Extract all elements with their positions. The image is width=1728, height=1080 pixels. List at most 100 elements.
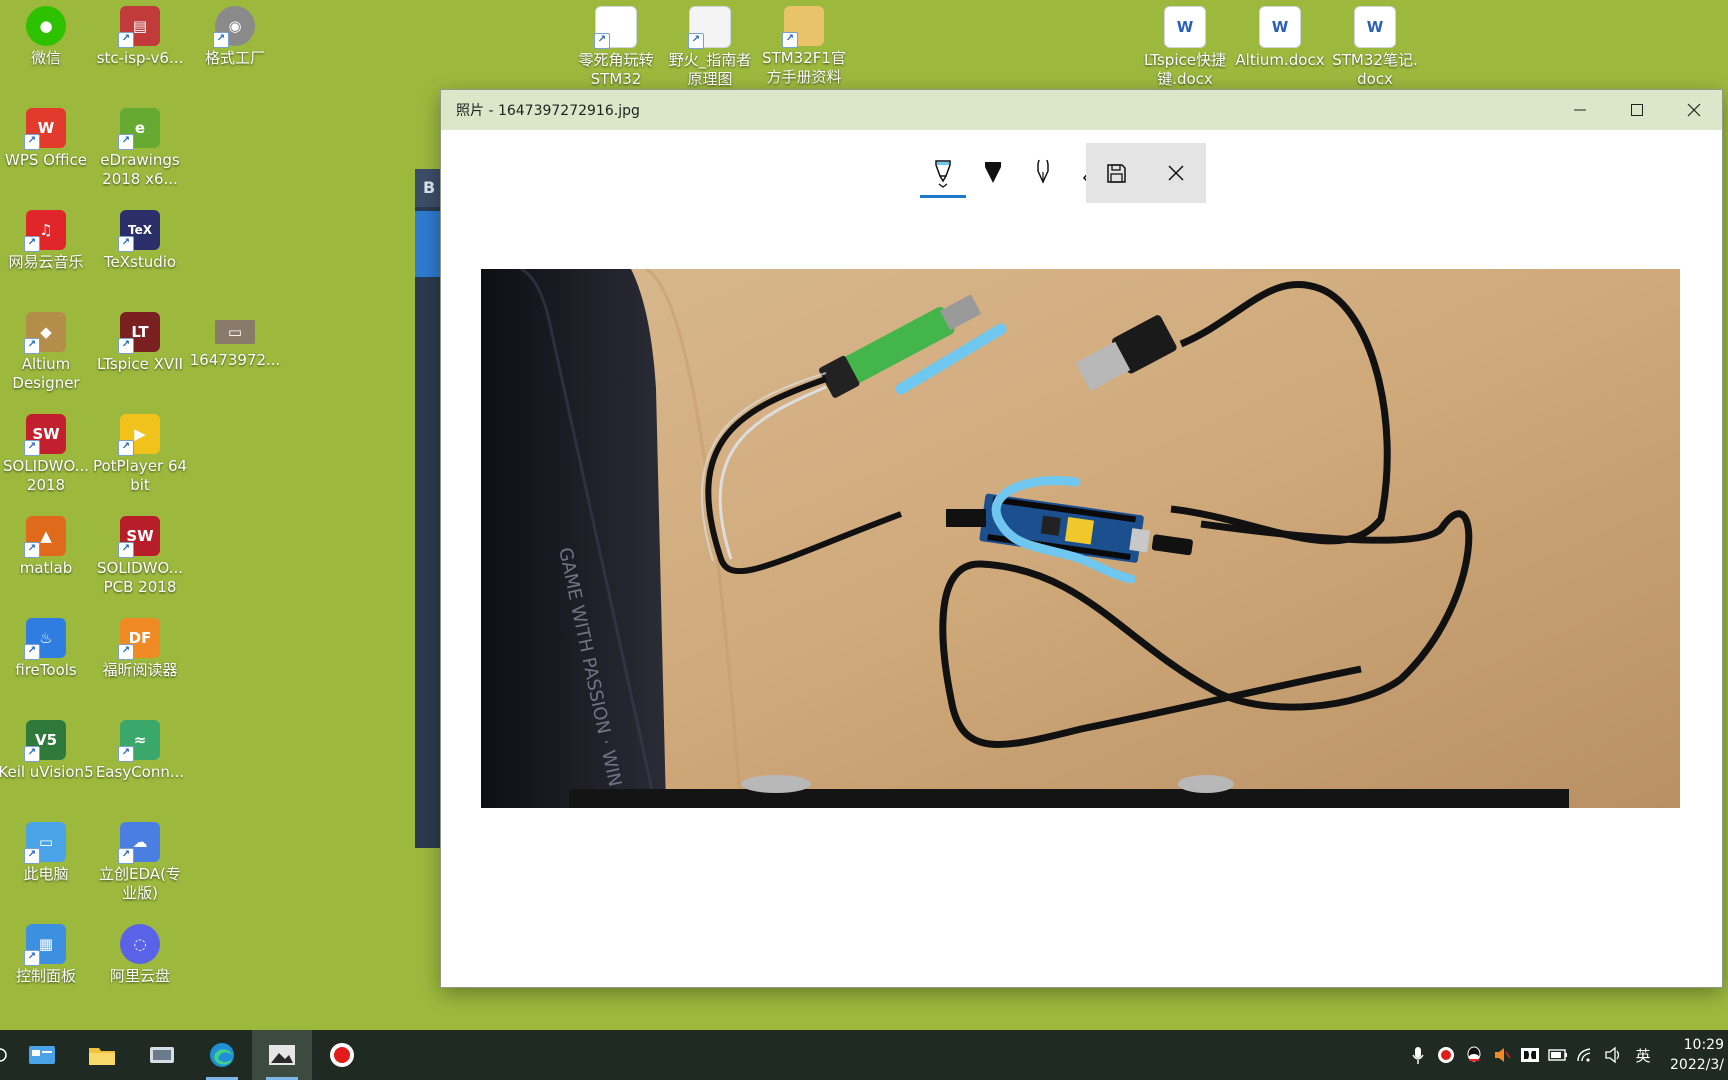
close-icon: [1168, 165, 1184, 181]
icon-label: fireTools: [15, 661, 77, 679]
photo-image: GAME WITH PASSION · WIN WITH SCIENCE: [481, 269, 1680, 808]
keil-icon: V5 ↗: [24, 720, 66, 762]
desktop-icon-solidworks-pcb[interactable]: SW ↗ SOLIDWO... PCB 2018: [92, 510, 188, 597]
photos-window[interactable]: 照片 - 1647397272916.jpg: [441, 90, 1722, 987]
desktop-icon-easyconnect[interactable]: ≈ ↗ EasyConn...: [92, 714, 188, 782]
maximize-button[interactable]: [1608, 90, 1665, 130]
desktop-icon-potplayer[interactable]: ▶ ↗ PotPlayer 64 bit: [92, 408, 188, 495]
desktop-icon-stm32-book[interactable]: ↗ 零死角玩转 STM32: [568, 0, 664, 89]
save-icon: [1107, 164, 1126, 183]
shortcut-arrow-icon: ↗: [24, 848, 40, 864]
wps-icon: W ↗: [24, 108, 66, 150]
desktop-icon-matlab[interactable]: ▲ ↗ matlab: [0, 510, 94, 578]
taskbar-app-explorer[interactable]: [72, 1030, 132, 1080]
icon-label: 微信: [30, 49, 61, 67]
aliyun-drive-icon: ◌: [120, 924, 160, 964]
save-button[interactable]: [1086, 143, 1146, 203]
icon-label: 立创EDA(专业版): [99, 865, 181, 902]
schematic-document-icon: ↗: [688, 6, 731, 49]
speaker-muted-icon[interactable]: [1488, 1046, 1516, 1064]
desktop-icon-texstudio[interactable]: TeX ↗ TeXstudio: [92, 204, 188, 272]
desktop-icon-stm32-manual-folder[interactable]: ↗ STM32F1官 方手册资料: [756, 0, 852, 87]
taskbar-app-photos[interactable]: [252, 1030, 312, 1080]
shortcut-arrow-icon: ↗: [118, 746, 134, 762]
title-bar[interactable]: 照片 - 1647397272916.jpg: [441, 90, 1722, 130]
shortcut-arrow-icon: ↗: [24, 542, 40, 558]
ballpoint-pen-tool[interactable]: [918, 143, 968, 203]
icon-label: 格式工厂: [204, 49, 265, 67]
desktop-icon-wechat[interactable]: ● 微信: [0, 0, 94, 68]
control-panel-icon: [150, 1047, 174, 1063]
word-document-icon: W: [1259, 6, 1301, 48]
solidworks-icon: SW ↗: [24, 414, 66, 456]
taskbar-app-recorder[interactable]: [312, 1030, 372, 1080]
clock[interactable]: 10:29 2022/3/: [1658, 1035, 1728, 1075]
save-close-group: [1086, 143, 1206, 203]
foxit-icon: DF ↗: [118, 618, 160, 660]
desktop-icon-altium[interactable]: ◆ ↗ Altium Designer: [0, 306, 94, 393]
shortcut-arrow-icon: ↗: [118, 848, 134, 864]
icon-label: LTspice XVII: [96, 355, 184, 373]
ime-indicator[interactable]: 英: [1628, 1045, 1658, 1066]
qq-icon[interactable]: [1460, 1045, 1488, 1065]
desktop-icon-stc-isp[interactable]: ▤ ↗ stc-isp-v6...: [92, 0, 188, 68]
desktop-icon-format-factory[interactable]: ◉ ↗ 格式工厂: [187, 0, 283, 68]
close-window-button[interactable]: [1665, 90, 1722, 130]
shortcut-arrow-icon: ↗: [24, 338, 40, 354]
word-document-icon: W: [1164, 6, 1206, 48]
desktop-icon-image-file[interactable]: ▭ 16473972...: [187, 306, 283, 370]
wifi-icon[interactable]: [1572, 1047, 1600, 1063]
desktop-icon-solidworks[interactable]: SW ↗ SOLIDWO... 2018: [0, 408, 94, 495]
format-factory-icon: ◉ ↗: [213, 6, 255, 48]
shortcut-arrow-icon: ↗: [118, 236, 134, 252]
photo-canvas[interactable]: GAME WITH PASSION · WIN WITH SCIENCE: [481, 269, 1680, 808]
search-button[interactable]: [0, 1030, 12, 1080]
desktop-icon-altium-doc[interactable]: W Altium.docx: [1232, 0, 1328, 70]
icon-label: 阿里云盘: [109, 967, 170, 985]
taskbar-app-file-manager[interactable]: [12, 1030, 72, 1080]
volume-icon[interactable]: [1600, 1046, 1628, 1064]
battery-icon[interactable]: [1544, 1048, 1572, 1062]
desktop-icon-edrawings[interactable]: e ↗ eDrawings 2018 x6...: [92, 102, 188, 189]
icon-label: matlab: [19, 559, 73, 577]
icon-label: TeXstudio: [103, 253, 177, 271]
desktop-icon-this-pc[interactable]: ▭ ↗ 此电脑: [0, 816, 94, 884]
taskbar-app-edge[interactable]: [192, 1030, 252, 1080]
window-title: 照片 - 1647397272916.jpg: [456, 103, 640, 119]
desktop-icon-foxit[interactable]: DF ↗ 福昕阅读器: [92, 612, 188, 680]
desktop-icon-aliyun-drive[interactable]: ◌ 阿里云盘: [92, 918, 188, 986]
shortcut-arrow-icon: ↗: [118, 32, 134, 48]
clock-time: 10:29: [1683, 1037, 1724, 1053]
altium-icon: ◆ ↗: [24, 312, 66, 354]
desktop-icon-netease-music[interactable]: ♫ ↗ 网易云音乐: [0, 204, 94, 272]
taskbar-app-control[interactable]: [132, 1030, 192, 1080]
close-ink-button[interactable]: [1146, 143, 1206, 203]
control-panel-icon: ▦ ↗: [24, 924, 66, 966]
calligraphy-pen-tool[interactable]: [1018, 143, 1068, 203]
icon-label: 16473972...: [189, 351, 281, 369]
desktop-icon-keil[interactable]: V5 ↗ Keil uVision5: [0, 714, 94, 782]
lceda-icon: ☁ ↗: [118, 822, 160, 864]
desktop-icon-wps[interactable]: W ↗ WPS Office: [0, 102, 94, 170]
desktop-icon-schematic[interactable]: ↗ 野火_指南者 原理图: [662, 0, 758, 89]
maximize-icon: [1630, 104, 1643, 116]
pencil-tool[interactable]: [968, 143, 1018, 203]
ltspice-icon: LT ↗: [118, 312, 160, 354]
recording-icon[interactable]: [1432, 1046, 1460, 1064]
desktop-icon-ltspice[interactable]: LT ↗ LTspice XVII: [92, 306, 188, 374]
microphone-icon[interactable]: [1404, 1045, 1432, 1065]
desktop-icon-lceda[interactable]: ☁ ↗ 立创EDA(专业版): [92, 816, 188, 903]
shortcut-arrow-icon: ↗: [213, 32, 229, 48]
icon-label: 福昕阅读器: [102, 661, 178, 679]
netease-music-icon: ♫ ↗: [24, 210, 66, 252]
desktop-icon-stm32-notes-doc[interactable]: W STM32笔记. docx: [1327, 0, 1423, 89]
image-file-icon: ▭: [215, 320, 255, 344]
desktop-icon-control-panel[interactable]: ▦ ↗ 控制面板: [0, 918, 94, 986]
matlab-icon: ▲ ↗: [24, 516, 66, 558]
dolby-icon[interactable]: [1516, 1047, 1544, 1063]
firetools-icon: ♨ ↗: [24, 618, 66, 660]
desktop-icon-firetools[interactable]: ♨ ↗ fireTools: [0, 612, 94, 680]
desktop-icon-ltspice-doc[interactable]: W LTspice快捷 键.docx: [1137, 0, 1233, 89]
minimize-button[interactable]: [1551, 90, 1608, 130]
shortcut-arrow-icon: ↗: [24, 746, 40, 762]
